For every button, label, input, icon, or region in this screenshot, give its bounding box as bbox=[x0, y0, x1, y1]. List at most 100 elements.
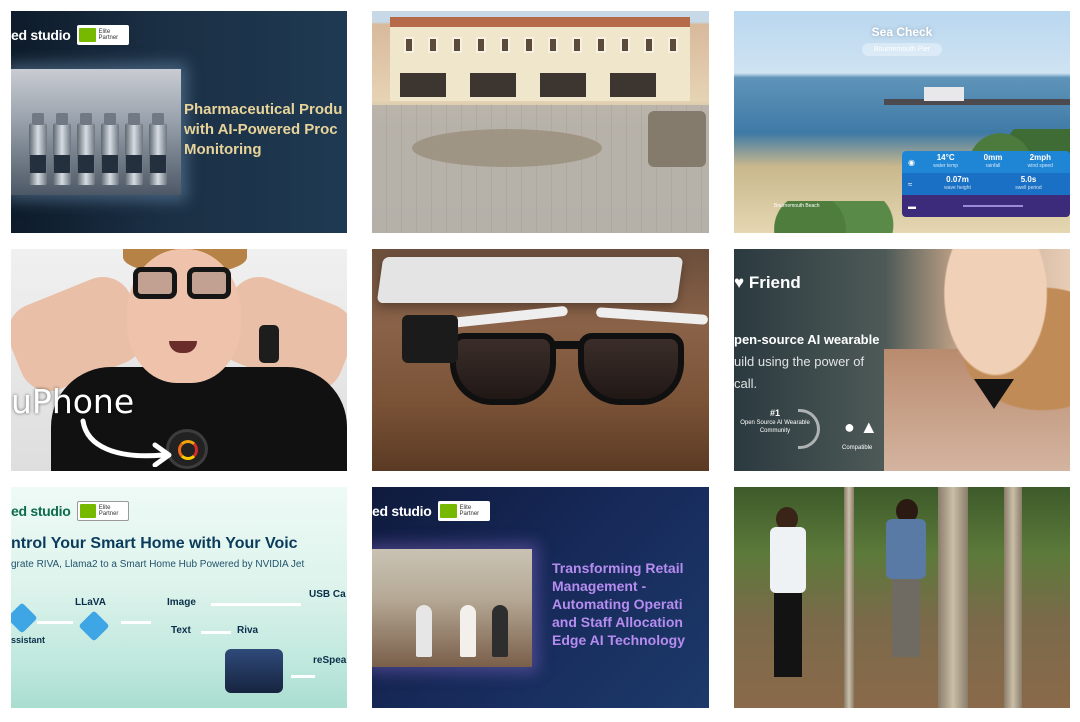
partner-label: Elite Partner bbox=[459, 505, 480, 517]
partner-label: Elite Partner bbox=[98, 505, 119, 517]
title-line: Pharmaceutical Produ bbox=[184, 101, 343, 118]
stat-value: 0.07m bbox=[946, 175, 969, 184]
smartwatch bbox=[259, 325, 279, 363]
image-grid: ed studio Elite Partner Pharmaceutical P… bbox=[0, 0, 1080, 722]
android-icon: ▲ bbox=[859, 417, 878, 437]
stat-value: 2mph bbox=[1029, 153, 1051, 162]
beach-caption: Bournemouth Beach bbox=[774, 203, 820, 209]
glasses-bridge bbox=[552, 341, 582, 349]
riva-label: Riva bbox=[237, 625, 259, 636]
stat-value: 0mm bbox=[983, 153, 1003, 162]
title-line: Monitoring bbox=[184, 141, 262, 158]
tide-icon: ▬ bbox=[908, 201, 916, 211]
stat-label: water temp bbox=[933, 163, 959, 169]
tile-title: ntrol Your Smart Home with Your Voic bbox=[11, 535, 298, 552]
face bbox=[127, 249, 241, 383]
vial-production-photo bbox=[11, 69, 181, 195]
wave-icon: ≈ bbox=[908, 179, 913, 189]
nvidia-partner-badge: Elite Partner bbox=[76, 501, 129, 521]
tile-camera-glasses[interactable] bbox=[372, 249, 709, 471]
friend-tagline: uild using the power of call. bbox=[734, 351, 864, 395]
respeaker-label: reSpea bbox=[313, 655, 347, 666]
tile-title: Transforming Retail Management - Automat… bbox=[552, 559, 709, 649]
title-line: Edge AI Technology bbox=[552, 632, 686, 648]
compatible-label: Compatible bbox=[842, 445, 873, 451]
llava-label: LLaVA bbox=[75, 597, 106, 608]
jetson-hub-icon bbox=[225, 649, 283, 693]
nvidia-partner-badge: Elite Partner bbox=[76, 25, 129, 45]
tagline-line: uild using the power of bbox=[734, 354, 865, 369]
tide-bar bbox=[963, 205, 1023, 208]
image-label: Image bbox=[167, 597, 196, 608]
tree-trunk bbox=[938, 487, 968, 708]
tile-friend-wearable[interactable]: ♥ Friend pen-source AI wearable uild usi… bbox=[734, 249, 1070, 471]
camera-module bbox=[402, 315, 458, 363]
stat-label: swell period bbox=[1015, 185, 1042, 191]
apple-icon: ● bbox=[844, 417, 855, 437]
tile-pharmaceutical[interactable]: ed studio Elite Partner Pharmaceutical P… bbox=[11, 11, 347, 233]
flow-arrow bbox=[37, 621, 73, 624]
fountain bbox=[648, 111, 706, 167]
store-photo bbox=[372, 549, 532, 667]
curved-arrow-icon bbox=[80, 418, 172, 467]
flow-arrow bbox=[211, 603, 301, 606]
laurel-icon bbox=[798, 409, 820, 449]
woman-photo bbox=[884, 249, 1070, 471]
flow-arrow bbox=[291, 675, 315, 678]
title-line: Automating Operati bbox=[552, 596, 683, 612]
tile-retail-management[interactable]: ed studio Elite Partner Transforming Ret… bbox=[372, 487, 709, 708]
glasses-temple bbox=[595, 307, 709, 325]
location-selector: Bournemouth Pier bbox=[862, 43, 942, 56]
tile-sea-check[interactable]: Sea Check Bournemouth Pier Bournemouth B… bbox=[734, 11, 1070, 233]
title-line: Management - bbox=[552, 578, 647, 594]
brand-header: ed studio Elite Partner bbox=[11, 499, 129, 523]
friend-tagline: pen-source AI wearable bbox=[734, 332, 880, 347]
person-standing bbox=[766, 507, 810, 677]
platform-icons: ● ▲ bbox=[844, 417, 878, 438]
brand-name: ed studio bbox=[11, 27, 71, 43]
brand-name: ed studio bbox=[372, 503, 432, 519]
flow-arrow bbox=[201, 631, 231, 634]
nvidia-partner-badge: Elite Partner bbox=[437, 501, 490, 521]
title-line: Transforming Retail bbox=[552, 560, 684, 576]
stat-value: 14°C bbox=[936, 153, 955, 162]
tagline-line: call. bbox=[734, 376, 758, 391]
stat-label: wave height bbox=[944, 185, 971, 191]
title-line: with AI-Powered Proc bbox=[184, 121, 338, 138]
tile-title: Pharmaceutical Produ with AI-Powered Pro… bbox=[184, 100, 347, 160]
stat-value: 5.0s bbox=[1020, 175, 1037, 184]
flow-arrow bbox=[121, 621, 151, 624]
assistant-icon bbox=[11, 602, 38, 634]
llava-cube-icon bbox=[78, 610, 110, 642]
usb-camera-label: USB Ca bbox=[309, 589, 346, 600]
assistant-label: ssistant bbox=[11, 635, 46, 645]
text-label: Text bbox=[171, 625, 191, 636]
tile-smart-home[interactable]: ed studio Elite Partner ntrol Your Smart… bbox=[11, 487, 347, 708]
tile-subtitle: grate RIVA, Llama2 to a Smart Home Hub P… bbox=[11, 559, 305, 570]
tile-uphone-wearable[interactable]: uPhone bbox=[11, 249, 347, 471]
nvidia-logo-icon bbox=[79, 504, 96, 518]
brand-name: ed studio bbox=[11, 503, 71, 519]
title-line: and Staff Allocation bbox=[552, 614, 683, 630]
friend-logo: ♥ Friend bbox=[734, 273, 801, 293]
nvidia-logo-icon bbox=[78, 28, 96, 42]
stat-label: rainfall bbox=[985, 163, 1001, 169]
sea-check-title: Sea Check bbox=[871, 25, 933, 39]
uphone-caption: uPhone bbox=[11, 382, 135, 421]
tile-forest-photo[interactable] bbox=[734, 487, 1070, 708]
pier-building bbox=[924, 87, 964, 101]
brand-header: ed studio Elite Partner bbox=[11, 23, 129, 47]
tree-trunk bbox=[1004, 487, 1022, 708]
building bbox=[390, 17, 690, 101]
sand-patch bbox=[412, 129, 602, 167]
pier bbox=[884, 99, 1070, 105]
friend-brand: Friend bbox=[748, 273, 801, 292]
glasses-lens bbox=[450, 333, 556, 405]
person-standing bbox=[884, 497, 928, 657]
stat-label: wind speed bbox=[1027, 163, 1053, 169]
tile-town-square-photo[interactable] bbox=[372, 11, 709, 233]
partner-label: Elite Partner bbox=[98, 29, 119, 41]
conditions-card: ◉ 14°C water temp 0mm rainfall 2mph wind sp… bbox=[902, 151, 1070, 217]
nvidia-logo-icon bbox=[439, 504, 457, 518]
brand-header: ed studio Elite Partner bbox=[372, 499, 490, 523]
